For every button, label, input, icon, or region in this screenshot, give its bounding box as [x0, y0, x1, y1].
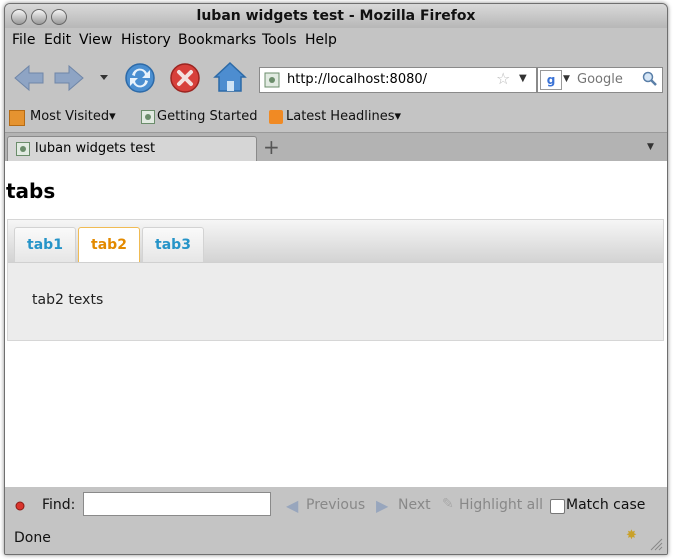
tab-panel-text: tab2 texts [32, 292, 104, 308]
browser-window: luban widgets test - Mozilla Firefox Fil… [4, 3, 668, 555]
search-bar[interactable]: g ▼ [537, 67, 663, 93]
tab-tab1[interactable]: tab1 [14, 227, 76, 262]
url-bar[interactable]: http://localhost:8080/ ☆ ▼ [259, 67, 537, 93]
close-find-bar-icon[interactable] [15, 501, 25, 511]
tabs-widget: tab1 tab2 tab3 tab2 texts [7, 219, 664, 341]
menu-view[interactable]: View [79, 32, 112, 48]
next-arrow-icon[interactable]: ▶ [376, 496, 388, 515]
bookmark-latest-headlines[interactable]: Latest Headlines▾ [286, 109, 401, 124]
bookmark-getting-started[interactable]: Getting Started [157, 109, 258, 124]
match-case-label[interactable]: Match case [566, 497, 645, 513]
menu-bookmarks[interactable]: Bookmarks [178, 32, 256, 48]
menu-tools[interactable]: Tools [262, 32, 297, 48]
site-identity-icon[interactable] [264, 72, 280, 88]
browser-tab-bar: luban widgets test + ▼ [5, 132, 667, 162]
tab-tab3[interactable]: tab3 [142, 227, 204, 262]
search-icon[interactable] [642, 71, 658, 87]
history-dropdown-icon[interactable] [99, 74, 109, 82]
bookmark-most-visited[interactable]: Most Visited▾ [30, 109, 116, 124]
find-input[interactable] [83, 492, 271, 516]
tab-tab2[interactable]: tab2 [78, 227, 140, 262]
page-content: tabs tab1 tab2 tab3 tab2 texts [5, 161, 667, 487]
bookmarks-toolbar: Most Visited▾ Getting Started Latest Hea… [5, 104, 667, 130]
find-next-button[interactable]: Next [398, 497, 431, 513]
reload-icon[interactable] [123, 61, 157, 95]
home-icon[interactable] [213, 60, 247, 94]
menu-edit[interactable]: Edit [44, 32, 71, 48]
menu-help[interactable]: Help [305, 32, 337, 48]
tab-list-dropdown-icon[interactable]: ▼ [647, 142, 654, 152]
page-title: tabs [6, 179, 56, 203]
getting-started-icon [141, 110, 155, 124]
search-engine-google-icon[interactable]: g [540, 70, 562, 90]
browser-tab[interactable]: luban widgets test [7, 136, 257, 162]
highlight-all-button[interactable]: Highlight all [459, 497, 543, 513]
most-visited-icon [9, 110, 25, 126]
resize-grip-icon[interactable] [649, 537, 663, 551]
find-bar: Find: ◀ Previous ▶ Next ✎ Highlight all … [5, 487, 667, 523]
url-dropdown-icon[interactable]: ▼ [519, 73, 527, 84]
stop-icon[interactable] [169, 62, 201, 94]
match-case-checkbox[interactable] [550, 499, 565, 514]
window-title: luban widgets test - Mozilla Firefox [196, 8, 476, 24]
page-favicon-icon [16, 142, 30, 156]
navigation-toolbar: http://localhost:8080/ ☆ ▼ g ▼ [5, 52, 667, 104]
previous-arrow-icon[interactable]: ◀ [286, 496, 298, 515]
title-bar: luban widgets test - Mozilla Firefox [5, 4, 667, 28]
menu-history[interactable]: History [121, 32, 171, 48]
browser-tab-label: luban widgets test [35, 141, 156, 156]
status-bar: Done ✸ [5, 523, 667, 554]
forward-arrow-icon[interactable] [53, 63, 85, 93]
tabs-nav: tab1 tab2 tab3 [8, 220, 663, 263]
search-input[interactable] [577, 70, 641, 88]
rss-feed-icon [269, 110, 283, 124]
status-text: Done [14, 530, 51, 546]
new-tab-plus-icon[interactable]: + [263, 135, 280, 159]
highlight-pen-icon: ✎ [442, 496, 454, 512]
menu-file[interactable]: File [12, 32, 35, 48]
search-engine-dropdown-icon[interactable]: ▼ [563, 74, 570, 84]
bookmark-star-icon[interactable]: ☆ [496, 69, 510, 88]
menu-bar: File Edit View History Bookmarks Tools H… [5, 28, 667, 52]
url-text[interactable]: http://localhost:8080/ [287, 72, 427, 87]
addon-status-icon[interactable]: ✸ [626, 528, 637, 543]
find-previous-button[interactable]: Previous [306, 497, 365, 513]
find-label: Find: [42, 497, 76, 513]
back-arrow-icon[interactable] [13, 63, 45, 93]
